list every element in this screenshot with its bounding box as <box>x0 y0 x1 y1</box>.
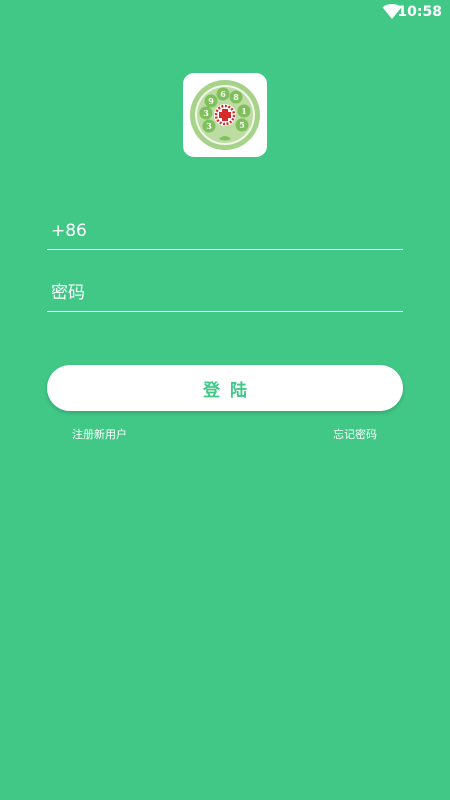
phone-input[interactable] <box>47 212 403 249</box>
dial-digit: 9 <box>208 96 214 106</box>
phone-field <box>47 212 403 250</box>
login-button[interactable]: 登陆 <box>47 365 403 411</box>
dial-digit: 3 <box>206 121 212 131</box>
register-link[interactable]: 注册新用户 <box>72 428 127 442</box>
dial-digit: 1 <box>241 106 247 116</box>
status-bar: 10:58 <box>0 0 450 24</box>
forgot-password-link[interactable]: 忘记密码 <box>333 428 377 442</box>
dial-digit: 5 <box>239 120 245 130</box>
password-input[interactable] <box>47 274 403 311</box>
password-field <box>47 274 403 312</box>
dial-digit: 8 <box>233 92 239 102</box>
dial-digit: 6 <box>220 89 226 99</box>
dial-digit: 3 <box>203 108 209 118</box>
rotary-dial-logo-icon: 9 6 8 1 5 3 3 <box>190 80 260 150</box>
app-logo: 9 6 8 1 5 3 3 <box>183 73 267 157</box>
status-time: 10:58 <box>397 4 442 20</box>
